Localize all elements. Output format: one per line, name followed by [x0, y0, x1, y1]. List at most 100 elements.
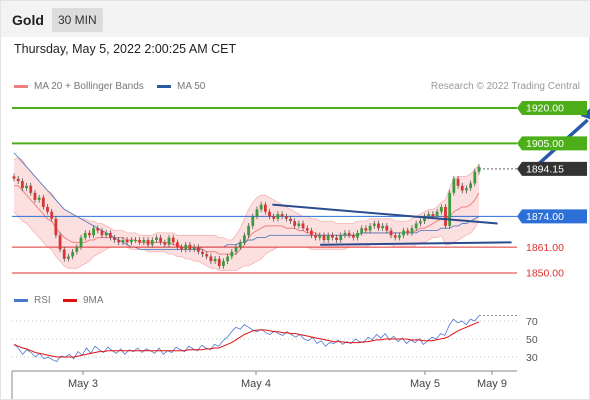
candle-body — [435, 211, 439, 217]
candle-body — [96, 228, 100, 231]
candle-body — [50, 211, 54, 219]
candle-body — [71, 251, 75, 257]
price-label-1861.00: 1861.00 — [526, 242, 564, 254]
candle-body — [171, 237, 175, 243]
candle-body — [150, 240, 154, 245]
candle-body — [293, 221, 297, 226]
candle-body — [62, 249, 66, 259]
candle-body — [46, 207, 49, 212]
candle-body — [243, 235, 246, 243]
candle-body — [372, 223, 376, 226]
candle-body — [58, 235, 62, 250]
x-tick-May-9: May 9 — [477, 378, 507, 390]
candle-body — [213, 258, 217, 262]
candle-body — [393, 235, 397, 238]
candle-body — [310, 230, 313, 236]
candle-body — [377, 223, 380, 229]
candle-body — [251, 216, 255, 226]
candle-body — [414, 223, 418, 229]
candle-body — [226, 256, 230, 262]
candle-body — [167, 237, 171, 245]
rsi-tick-30: 30 — [526, 352, 538, 364]
candle-body — [247, 225, 250, 236]
candle-body — [29, 185, 33, 193]
candle-body — [406, 230, 410, 233]
candle-body — [385, 225, 389, 231]
candle-body — [276, 214, 280, 219]
chart-widget: Gold 30 MIN Thursday, May 5, 2022 2:00:2… — [0, 0, 590, 400]
candle-body — [301, 223, 305, 229]
candle-body — [188, 244, 192, 250]
candle-body — [100, 230, 104, 236]
candle-body — [180, 247, 183, 250]
candle-body — [456, 178, 460, 186]
candle-body — [108, 232, 112, 238]
candle-body — [146, 240, 150, 245]
candle-body — [452, 178, 456, 193]
candle-body — [54, 218, 58, 236]
candle-body — [272, 216, 276, 219]
candle-body — [37, 197, 41, 200]
candle-body — [33, 192, 37, 200]
candle-body — [297, 223, 301, 226]
candle-body — [289, 218, 292, 222]
candle-body — [217, 258, 221, 266]
candle-body — [469, 183, 473, 189]
candle-body — [477, 166, 481, 172]
candle-body — [20, 181, 24, 189]
candle-body — [142, 240, 146, 243]
candle-body — [280, 214, 284, 217]
candle-body — [259, 204, 263, 210]
candle-body — [175, 242, 179, 248]
candle-body — [121, 240, 125, 243]
candle-body — [431, 214, 435, 217]
candle-body — [222, 261, 225, 266]
candle-body — [284, 216, 288, 219]
price-label-1874.00: 1874.00 — [526, 211, 564, 223]
candle-body — [460, 185, 464, 191]
candle-body — [410, 228, 414, 233]
candle-body — [209, 256, 213, 262]
candle-body — [343, 232, 347, 236]
candle-body — [41, 197, 45, 207]
candle-body — [12, 176, 16, 179]
candle-body — [75, 247, 79, 252]
candle-body — [83, 232, 87, 238]
candle-body — [439, 207, 443, 212]
candle-body — [25, 185, 28, 189]
candle-body — [92, 228, 95, 236]
candle-body — [263, 204, 267, 212]
candle-body — [364, 228, 368, 231]
candle-body — [268, 211, 271, 217]
price-chart: 1920.00 1905.00 1894.15 1874.00 1861.00 1850.… — [11, 101, 590, 399]
candle-body — [125, 240, 129, 243]
candle-body — [205, 254, 209, 257]
candle-body — [318, 235, 322, 238]
x-tick-May-5: May 5 — [410, 378, 440, 390]
candle-body — [381, 225, 385, 229]
candle-body — [360, 228, 364, 233]
candle-body — [155, 237, 158, 240]
candle-body — [330, 235, 334, 238]
candle-body — [427, 214, 431, 217]
x-tick-May-3: May 3 — [68, 378, 98, 390]
candle-body — [104, 232, 108, 236]
candle-body — [163, 242, 167, 245]
candle-body — [113, 237, 116, 240]
candle-body — [314, 235, 318, 238]
candle-body — [16, 178, 20, 182]
candle-body — [418, 221, 422, 224]
candle-body — [473, 171, 477, 184]
candle-body — [184, 244, 188, 250]
candle-body — [159, 237, 163, 243]
candle-body — [356, 232, 359, 238]
rsi-tick-50: 50 — [526, 334, 538, 346]
candle-body — [448, 192, 452, 226]
rsi-tick-70: 70 — [526, 316, 538, 328]
candle-body — [88, 232, 91, 236]
candle-body — [465, 188, 468, 191]
candle-body — [230, 251, 234, 257]
candle-body — [138, 240, 142, 243]
candle-body — [67, 256, 70, 259]
candle-body — [134, 240, 137, 241]
